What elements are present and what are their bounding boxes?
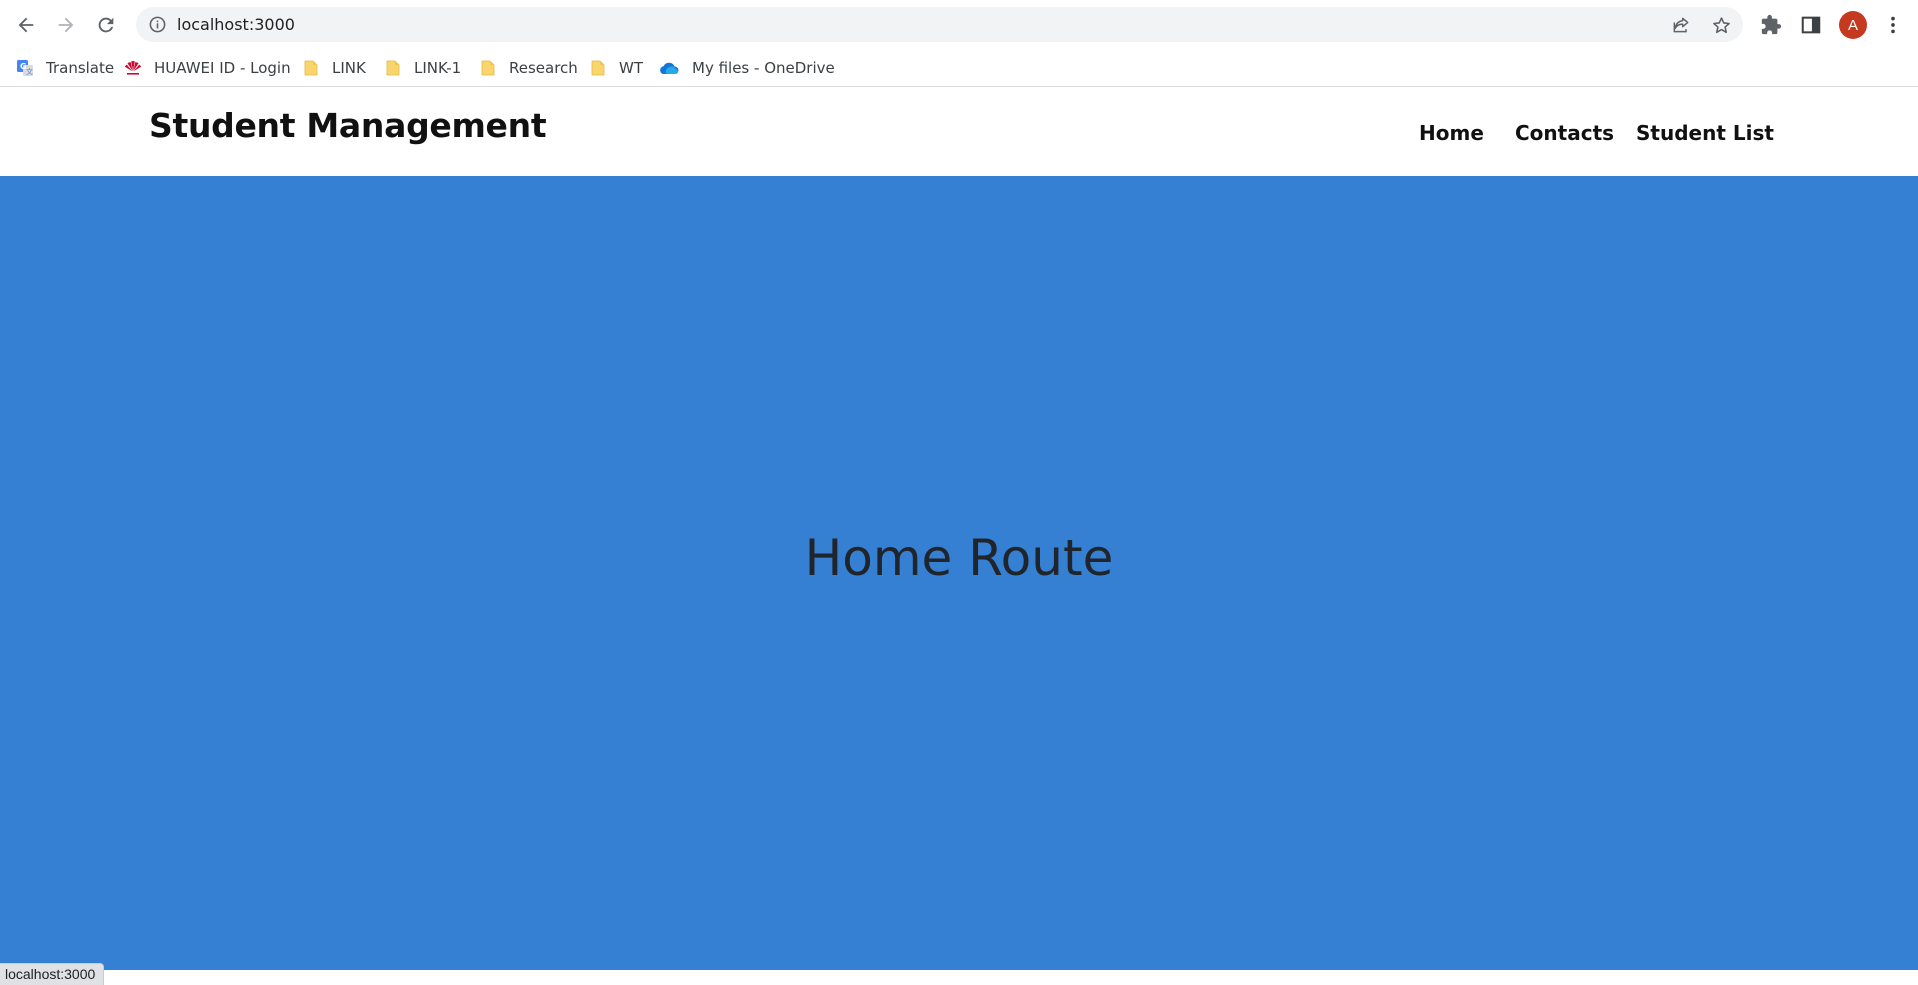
hero-title: Home Route (804, 529, 1114, 587)
info-icon[interactable] (148, 15, 167, 34)
puzzle-icon (1761, 14, 1782, 35)
bookmark-label: My files - OneDrive (692, 59, 835, 77)
bookmark-wt[interactable]: WT (589, 54, 643, 82)
profile-avatar[interactable]: A (1839, 11, 1867, 39)
folder-icon (302, 59, 320, 77)
bookmark-label: Research (509, 59, 578, 77)
folder-icon (479, 59, 497, 77)
arrow-left-icon (18, 17, 34, 33)
browser-menu-button[interactable] (1880, 12, 1906, 38)
site-brand[interactable]: Student Management (149, 106, 547, 145)
back-button[interactable] (11, 10, 41, 40)
google-translate-icon: G 文 (16, 59, 34, 77)
huawei-icon (124, 59, 142, 77)
bookmark-label: Translate (46, 59, 115, 77)
bookmark-label: HUAWEI ID - Login (154, 59, 291, 77)
share-button[interactable] (1670, 14, 1692, 36)
bookmark-label: LINK-1 (414, 59, 462, 77)
address-bar[interactable]: localhost:3000 (136, 7, 1743, 42)
bookmark-link[interactable]: LINK (302, 54, 366, 82)
side-panel-icon (1801, 16, 1821, 34)
bookmark-huawei-id-login[interactable]: HUAWEI ID - Login (124, 54, 291, 82)
svg-text:文: 文 (26, 67, 33, 76)
bookmark-star-button[interactable] (1710, 14, 1732, 36)
folder-icon (589, 59, 607, 77)
extensions-button[interactable] (1758, 12, 1784, 38)
reload-button[interactable] (91, 10, 121, 40)
forward-button[interactable] (51, 10, 81, 40)
page-bottom (0, 970, 1918, 985)
side-panel-button[interactable] (1798, 12, 1824, 38)
bookmark-label: LINK (332, 59, 366, 77)
arrow-right-icon (58, 17, 74, 33)
nav-link-contacts[interactable]: Contacts (1515, 121, 1614, 145)
onedrive-icon (658, 59, 680, 77)
share-icon (1673, 17, 1689, 33)
bookmarks-bar: G 文 Translate HUAWEI ID - Login LINK LIN… (0, 49, 1918, 87)
url-text[interactable]: localhost:3000 (177, 14, 295, 35)
bookmark-label: WT (619, 59, 643, 77)
folder-icon (384, 59, 402, 77)
bookmark-translate[interactable]: G 文 Translate (16, 54, 114, 82)
more-vertical-icon (1891, 16, 1895, 34)
bookmark-onedrive[interactable]: My files - OneDrive (658, 54, 835, 82)
site-header: Student Management Home Contacts Student… (0, 88, 1918, 176)
browser-toolbar: localhost:3000 A (0, 0, 1918, 49)
nav-link-home[interactable]: Home (1419, 121, 1484, 145)
nav-link-student-list[interactable]: Student List (1636, 121, 1774, 145)
reload-icon (98, 17, 114, 33)
hero-section: Home Route (0, 176, 1918, 970)
status-bubble: localhost:3000 (0, 963, 105, 985)
bookmark-link-1[interactable]: LINK-1 (384, 54, 461, 82)
bookmark-research[interactable]: Research (479, 54, 578, 82)
star-icon (1712, 16, 1730, 33)
